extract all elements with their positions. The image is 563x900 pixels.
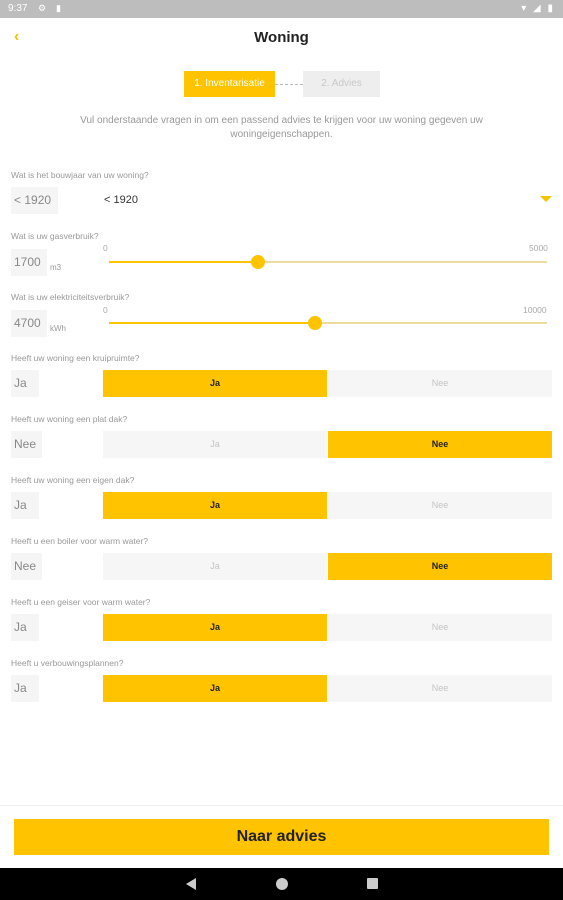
boiler-label: Heeft u een boiler voor warm water? bbox=[11, 536, 149, 546]
nav-home-icon[interactable] bbox=[276, 878, 288, 890]
bottom-divider bbox=[0, 805, 563, 806]
eigen-dak-ja-button[interactable]: Ja bbox=[103, 492, 327, 519]
bouwjaar-value: < 1920 bbox=[11, 187, 58, 214]
gas-slider-min: 0 bbox=[103, 243, 108, 253]
naar-advies-button[interactable]: Naar advies bbox=[14, 819, 549, 855]
nav-back-icon[interactable] bbox=[186, 878, 196, 890]
status-icons: ▾ ◢ ▮ bbox=[521, 3, 555, 14]
kruipruimte-nee-button[interactable]: Nee bbox=[328, 370, 552, 397]
step-connector bbox=[275, 84, 303, 85]
step-inventarisatie[interactable]: 1. Inventarisatie bbox=[184, 71, 275, 97]
verbouwing-value: Ja bbox=[11, 675, 39, 702]
gear-icon: ⚙ bbox=[38, 3, 47, 13]
eigen-dak-toggle: Ja Nee bbox=[103, 492, 552, 519]
boiler-ja-button[interactable]: Ja bbox=[103, 553, 327, 580]
bouwjaar-select[interactable]: < 1920 bbox=[104, 194, 138, 206]
bouwjaar-label: Wat is het bouwjaar van uw woning? bbox=[11, 170, 149, 180]
step-advies[interactable]: 2. Advies bbox=[303, 71, 380, 97]
kruipruimte-label: Heeft uw woning een kruipruimte? bbox=[11, 353, 140, 363]
gas-slider-max: 5000 bbox=[529, 243, 548, 253]
dropdown-arrow-icon[interactable] bbox=[540, 196, 552, 202]
plat-dak-value: Nee bbox=[11, 431, 42, 458]
elektriciteit-unit: kWh bbox=[50, 324, 66, 333]
geiser-ja-button[interactable]: Ja bbox=[103, 614, 327, 641]
gas-slider-thumb[interactable] bbox=[250, 255, 265, 269]
app-bar: ‹ Woning bbox=[0, 18, 563, 60]
verbouwing-label: Heeft u verbouwingsplannen? bbox=[11, 658, 124, 668]
elektriciteit-value[interactable]: 4700 bbox=[11, 310, 47, 337]
gas-value[interactable]: 1700 bbox=[11, 249, 47, 276]
status-bar: 9:37 ⚙ ▮ ▾ ◢ ▮ bbox=[0, 0, 563, 18]
page-title: Woning bbox=[254, 29, 309, 46]
verbouwing-nee-button[interactable]: Nee bbox=[328, 675, 552, 702]
gas-slider[interactable] bbox=[109, 255, 547, 269]
plat-dak-ja-button[interactable]: Ja bbox=[103, 431, 327, 458]
eigen-dak-value: Ja bbox=[11, 492, 39, 519]
elektriciteit-label: Wat is uw elektriciteitsverbruik? bbox=[11, 292, 130, 302]
elektriciteit-slider[interactable] bbox=[109, 316, 547, 330]
gas-slider-fill bbox=[109, 261, 258, 263]
nav-recent-apps-icon[interactable] bbox=[367, 878, 378, 889]
eigen-dak-nee-button[interactable]: Nee bbox=[328, 492, 552, 519]
gas-label: Wat is uw gasverbruik? bbox=[11, 231, 99, 241]
elektriciteit-slider-thumb[interactable] bbox=[307, 316, 322, 330]
status-time: 9:37 bbox=[8, 3, 28, 14]
kruipruimte-toggle: Ja Nee bbox=[103, 370, 552, 397]
stepper: 1. Inventarisatie 2. Advies bbox=[0, 71, 563, 97]
kruipruimte-value: Ja bbox=[11, 370, 39, 397]
plat-dak-toggle: Ja Nee bbox=[103, 431, 552, 458]
verbouwing-toggle: Ja Nee bbox=[103, 675, 552, 702]
system-nav-bar bbox=[0, 868, 563, 900]
geiser-toggle: Ja Nee bbox=[103, 614, 552, 641]
geiser-label: Heeft u een geiser voor warm water? bbox=[11, 597, 151, 607]
sd-card-icon: ▮ bbox=[56, 3, 61, 13]
gas-unit: m3 bbox=[50, 263, 62, 272]
verbouwing-ja-button[interactable]: Ja bbox=[103, 675, 327, 702]
elektriciteit-slider-min: 0 bbox=[103, 305, 108, 315]
kruipruimte-ja-button[interactable]: Ja bbox=[103, 370, 327, 397]
intro-text: Vul onderstaande vragen in om een passen… bbox=[80, 115, 483, 140]
geiser-value: Ja bbox=[11, 614, 39, 641]
plat-dak-nee-button[interactable]: Nee bbox=[328, 431, 552, 458]
boiler-nee-button[interactable]: Nee bbox=[328, 553, 552, 580]
elektriciteit-slider-fill bbox=[109, 322, 315, 324]
eigen-dak-label: Heeft uw woning een eigen dak? bbox=[11, 475, 135, 485]
boiler-value: Nee bbox=[11, 553, 42, 580]
boiler-toggle: Ja Nee bbox=[103, 553, 552, 580]
elektriciteit-slider-max: 10000 bbox=[523, 305, 547, 315]
plat-dak-label: Heeft uw woning een plat dak? bbox=[11, 414, 128, 424]
geiser-nee-button[interactable]: Nee bbox=[328, 614, 552, 641]
